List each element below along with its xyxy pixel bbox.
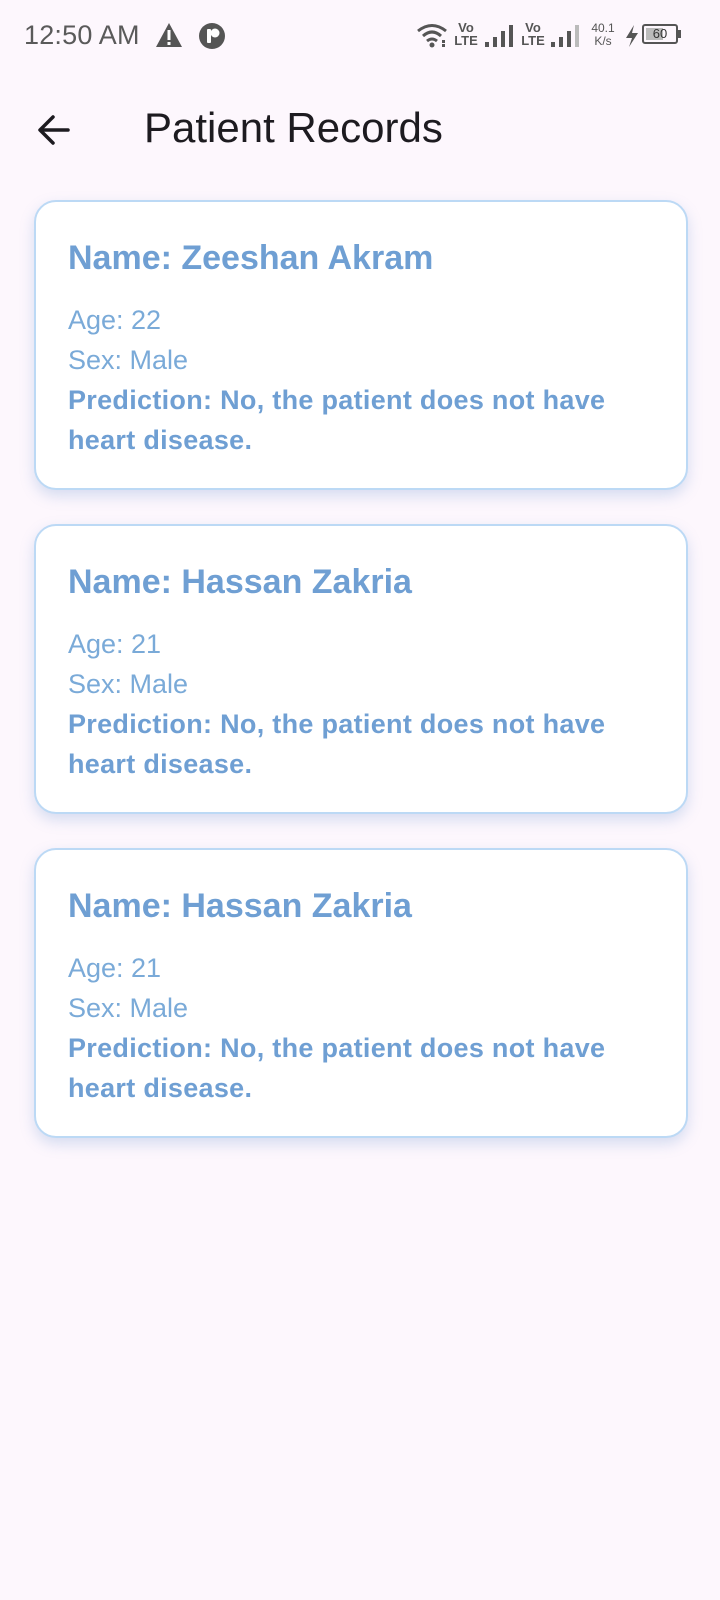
back-button[interactable]: [26, 102, 82, 158]
record-sex: Sex: Male: [68, 345, 189, 375]
record-prediction: Prediction: No, the patient does not hav…: [68, 709, 606, 779]
page-title: Patient Records: [144, 104, 443, 151]
charging-icon: [626, 25, 638, 47]
app-bar: Patient Records: [0, 80, 720, 180]
warning-icon: [156, 23, 182, 47]
record-card[interactable]: Name: Zeeshan Akram Age: 22 Sex: Male Pr…: [34, 200, 688, 490]
record-age: Age: 21: [68, 629, 162, 659]
record-prediction: Prediction: No, the patient does not hav…: [68, 1033, 606, 1103]
volte-label-2: Vo LTE: [521, 20, 545, 48]
record-card[interactable]: Name: Hassan Zakria Age: 21 Sex: Male Pr…: [34, 524, 688, 814]
battery-level: 60: [652, 26, 668, 41]
status-time: 12:50 AM: [24, 20, 140, 50]
network-speed: 40.1 K/s: [591, 21, 615, 48]
record-name: Name: Hassan Zakria: [68, 887, 412, 925]
record-name: Name: Zeeshan Akram: [68, 239, 434, 277]
record-age: Age: 22: [68, 305, 162, 335]
record-age: Age: 21: [68, 953, 162, 983]
volte-label-1: Vo LTE: [454, 20, 478, 48]
signal-icon: [551, 25, 579, 47]
record-sex: Sex: Male: [68, 993, 189, 1023]
wifi-icon: [417, 24, 447, 48]
signal-icon: [485, 25, 513, 47]
status-bar: 12:50 AM Vo LTE Vo LTE 40.1 K/s 60: [0, 0, 720, 72]
battery-icon: 60: [642, 24, 678, 44]
battery-tip: [678, 30, 681, 38]
record-prediction: Prediction: No, the patient does not hav…: [68, 385, 606, 455]
records-list: Name: Zeeshan Akram Age: 22 Sex: Male Pr…: [34, 200, 688, 1172]
record-name: Name: Hassan Zakria: [68, 563, 412, 601]
record-card[interactable]: Name: Hassan Zakria Age: 21 Sex: Male Pr…: [34, 848, 688, 1138]
app-notification-icon: [199, 23, 225, 49]
arrow-back-icon: [38, 115, 70, 145]
record-sex: Sex: Male: [68, 669, 189, 699]
